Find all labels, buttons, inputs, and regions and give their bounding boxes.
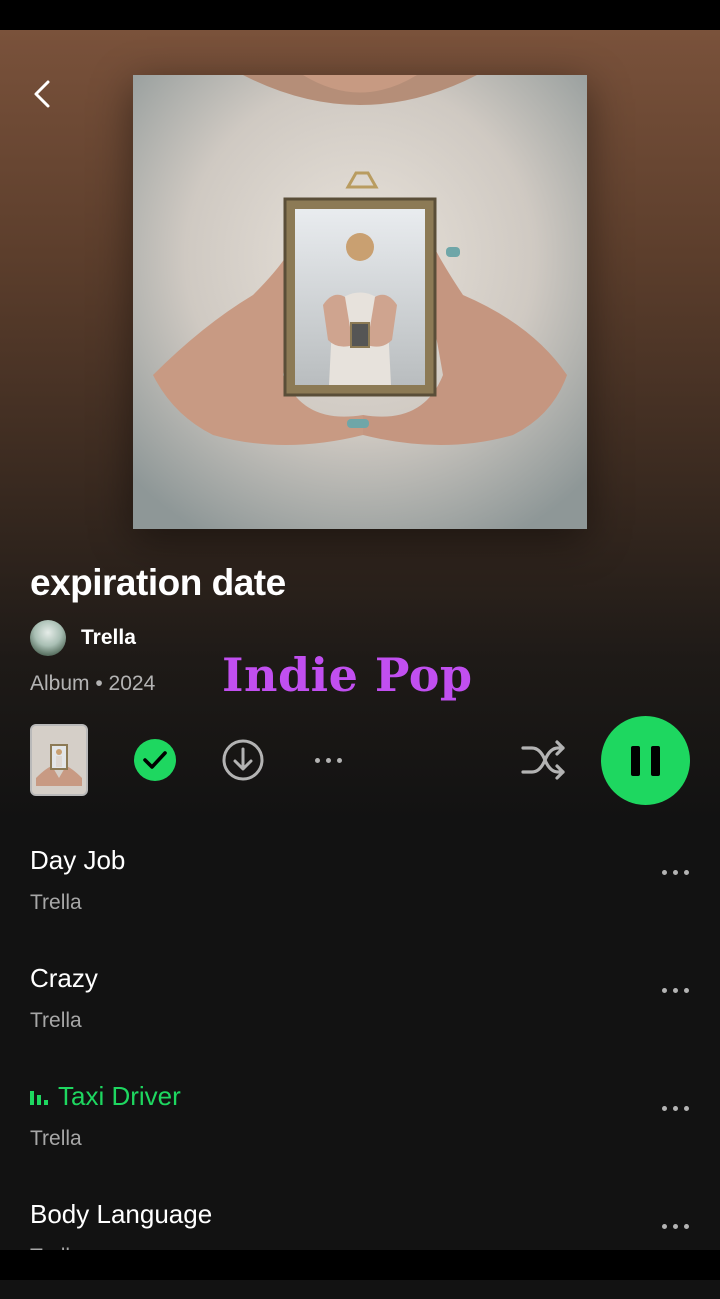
track-artist: Trella: [30, 1009, 82, 1032]
album-cover-art: [133, 75, 587, 529]
artist-name: Trella: [81, 626, 136, 649]
track-title-text: Taxi Driver: [58, 1081, 181, 1111]
track-more-icon[interactable]: [652, 1211, 698, 1241]
track-row-now-playing[interactable]: Taxi Driver Trella: [0, 1081, 720, 1181]
track-row[interactable]: Crazy Trella: [0, 963, 720, 1063]
track-more-icon[interactable]: [652, 1093, 698, 1123]
artist-avatar: [30, 620, 66, 656]
track-title: Day Job: [30, 845, 126, 875]
track-artist: Trella: [30, 1127, 82, 1150]
now-playing-equalizer-icon: [30, 1089, 48, 1105]
album-preview-thumbnail[interactable]: [30, 724, 88, 796]
navigation-bar: [0, 1250, 720, 1280]
track-more-icon[interactable]: [652, 857, 698, 887]
track-row[interactable]: Body Language Trella: [0, 1199, 720, 1299]
genre-overlay-text: Indie Pop: [222, 648, 473, 702]
album-meta: Album • 2024: [30, 672, 156, 695]
more-options-icon[interactable]: [306, 744, 350, 776]
track-title: Crazy: [30, 963, 98, 993]
pause-icon: [631, 745, 660, 776]
download-icon[interactable]: [221, 738, 265, 782]
album-title: expiration date: [30, 562, 286, 603]
back-button[interactable]: [26, 74, 62, 114]
saved-check-icon[interactable]: [133, 738, 177, 782]
track-artist: Trella: [30, 891, 82, 914]
album-controls: [0, 716, 720, 805]
pause-button[interactable]: [601, 716, 690, 805]
artist-link[interactable]: Trella: [30, 618, 136, 658]
status-bar: [0, 0, 720, 30]
track-row[interactable]: Day Job Trella: [0, 845, 720, 945]
shuffle-icon[interactable]: [518, 736, 568, 784]
chevron-left-icon: [34, 80, 50, 108]
track-title: Taxi Driver: [30, 1081, 181, 1112]
track-more-icon[interactable]: [652, 975, 698, 1005]
track-title: Body Language: [30, 1199, 213, 1229]
